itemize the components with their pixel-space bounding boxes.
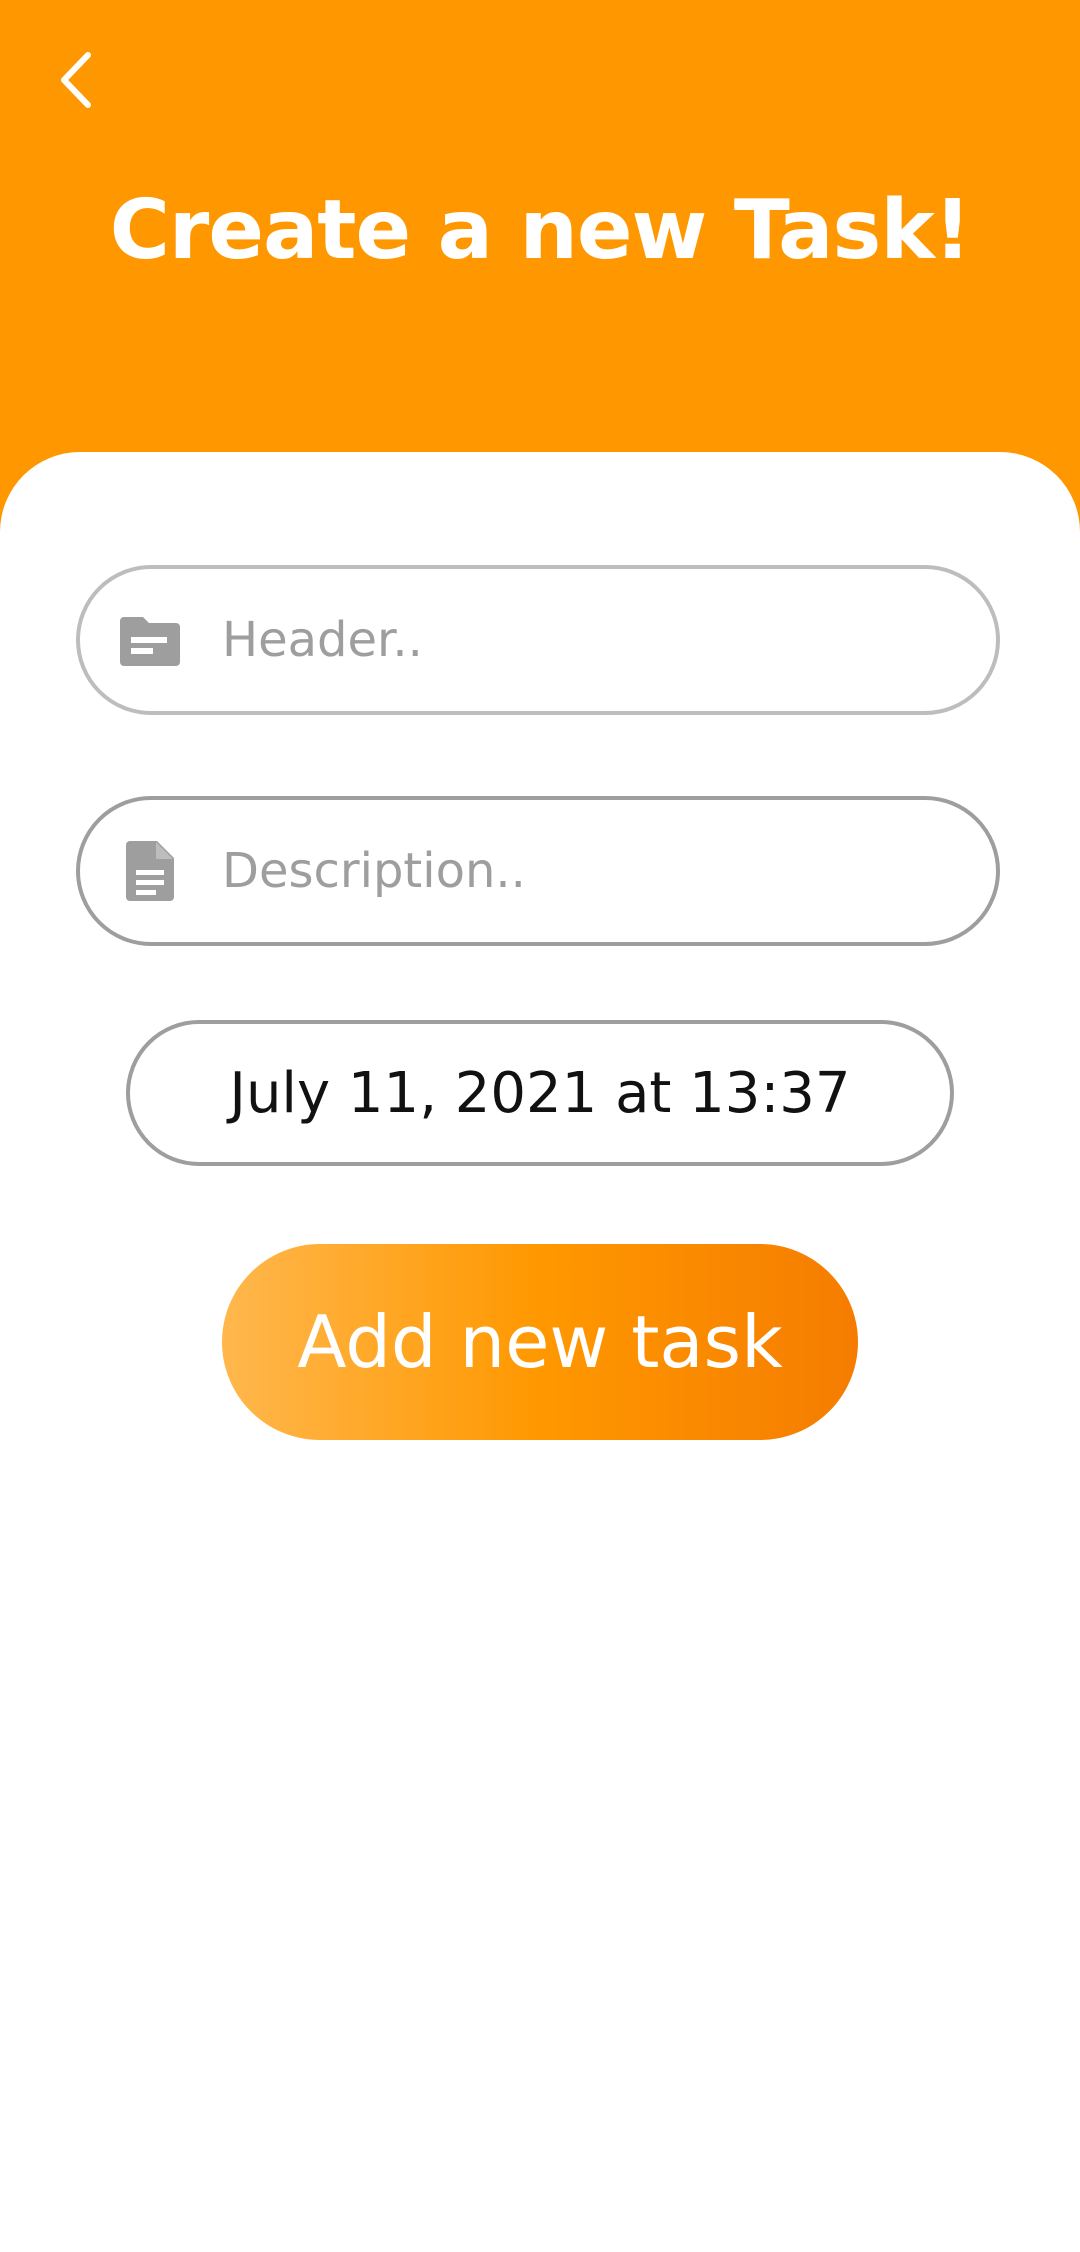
date-picker-button[interactable]: July 11, 2021 at 13:37 (126, 1020, 954, 1166)
back-button[interactable] (30, 30, 130, 130)
header-field[interactable] (76, 565, 1000, 715)
create-task-screen: Create a new Task! Header.. Description.… (0, 0, 1080, 2252)
description-field[interactable] (76, 796, 1000, 946)
description-input[interactable] (222, 831, 922, 911)
add-task-label: Add new task (297, 1300, 783, 1384)
page-title: Create a new Task! (109, 183, 972, 278)
date-label: July 11, 2021 at 13:37 (229, 1060, 851, 1126)
document-icon (118, 839, 182, 903)
header-input[interactable] (222, 600, 922, 680)
header: Create a new Task! (0, 0, 1080, 452)
add-task-button[interactable]: Add new task (222, 1244, 858, 1440)
form-card: July 11, 2021 at 13:37 Add new task (0, 452, 1080, 2252)
chevron-left-icon (61, 52, 91, 108)
folder-icon (118, 608, 182, 672)
